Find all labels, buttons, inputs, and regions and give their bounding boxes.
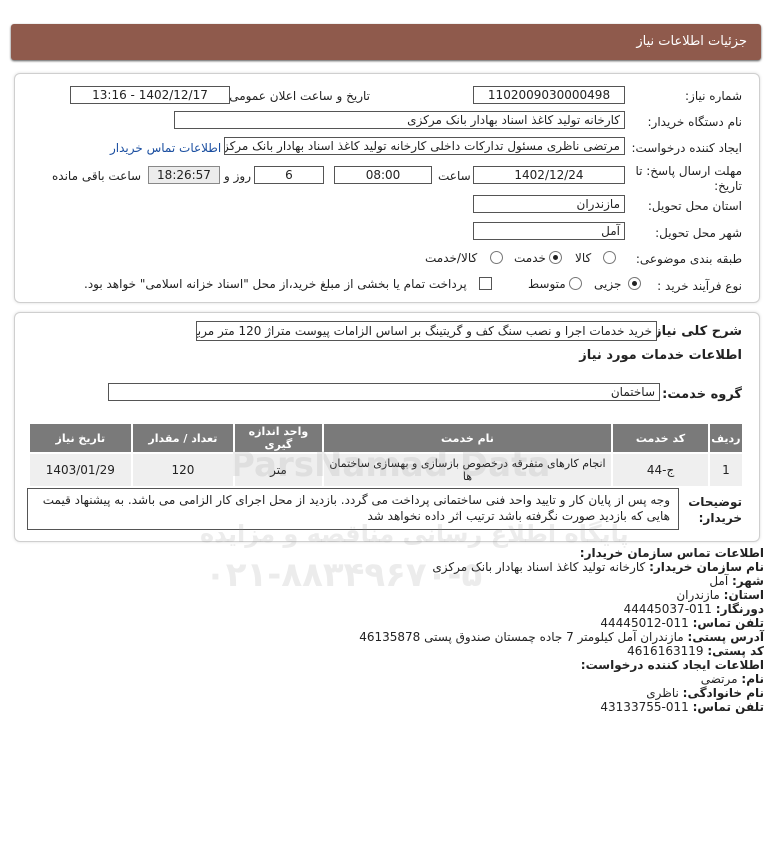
contact-province-label: استان: xyxy=(723,588,764,602)
contact-province-value: مازندران xyxy=(676,588,720,602)
row-index: 1 xyxy=(707,452,745,488)
buyer-org-label: نام دستگاه خریدار: xyxy=(647,115,743,129)
row-qty: 120 xyxy=(130,452,236,488)
contact-org-value: کارخانه تولید کاغذ اسناد بهادار بانک مرک… xyxy=(432,560,646,574)
remaining-time-field: 18:26:57 xyxy=(148,166,220,184)
contact-phone-row: تلفن تماس: 011-44445012 xyxy=(600,616,764,630)
creator-phone-row: تلفن تماس: 011-43133755 xyxy=(600,700,764,714)
category-option-service: خدمت xyxy=(514,251,546,265)
province-field[interactable]: مازندران xyxy=(473,195,625,213)
contact-address-row: آدرس پستی: مازندران آمل کیلومتر 7 جاده چ… xyxy=(359,630,764,644)
buyer-description-text: وجه پس از پایان کار و تایید واحد فنی ساخ… xyxy=(42,493,670,523)
days-label: روز و xyxy=(224,169,251,183)
province-label: استان محل تحویل: xyxy=(647,199,742,213)
category-radio-service[interactable] xyxy=(549,251,562,264)
contact-phone-value: 011-44445012 xyxy=(600,616,689,630)
need-number-field[interactable]: 1102009030000498 xyxy=(473,86,625,104)
creator-family-value: ناظری xyxy=(646,686,679,700)
service-group-label: گروه خدمت: xyxy=(662,387,742,402)
remaining-label: ساعت باقی مانده xyxy=(52,169,142,183)
contact-fax-row: دورنگار: 011-44445037 xyxy=(624,602,764,616)
category-radio-goods-service[interactable] xyxy=(490,251,503,264)
col-name: نام خدمت xyxy=(321,422,614,454)
process-radio-partial[interactable] xyxy=(628,277,641,290)
category-radio-goods[interactable] xyxy=(603,251,616,264)
contact-address-label: آدرس پستی: xyxy=(687,630,764,644)
contact-org-label: نام سازمان خریدار: xyxy=(649,560,764,574)
process-label: نوع فرآیند خرید : xyxy=(657,279,742,293)
creator-family-row: نام خانوادگی: ناظری xyxy=(646,686,764,700)
page-header: جزئیات اطلاعات نیاز xyxy=(11,24,761,60)
row-date: 1403/01/29 xyxy=(28,452,133,488)
creator-label: ایجاد کننده درخواست: xyxy=(631,141,742,155)
time-label: ساعت xyxy=(438,169,471,183)
buyer-description-label: توضیحات خریدار: xyxy=(688,495,742,525)
creator-field[interactable]: مرتضی ناظری مسئول تدارکات داخلی کارخانه … xyxy=(224,137,625,155)
contact-city-value: آمل xyxy=(709,574,729,588)
contact-province-row: استان: مازندران xyxy=(676,588,764,602)
category-option-goods-service: کالا/خدمت xyxy=(425,251,478,265)
deadline-date-field[interactable]: 1402/12/24 xyxy=(473,166,625,184)
announce-label: تاریخ و ساعت اعلان عمومی: xyxy=(225,89,370,103)
table-row[interactable]: 1 ج-44 انجام کارهای متفرقه درخصوص بازساز… xyxy=(28,452,745,488)
contact-postal-row: کد پستی: 4616163119 xyxy=(627,644,764,658)
contact-phone-label: تلفن تماس: xyxy=(692,616,764,630)
process-radio-medium[interactable] xyxy=(569,277,582,290)
contact-city-label: شهر: xyxy=(732,574,764,588)
creator-name-row: نام: مرتضی xyxy=(701,672,764,686)
summary-field[interactable]: خرید خدمات اجرا و نصب سنگ کف و گریتینگ ب… xyxy=(196,321,657,341)
row-unit: متر xyxy=(233,452,324,488)
buyer-description-box: وجه پس از پایان کار و تایید واحد فنی ساخ… xyxy=(27,488,679,530)
days-field[interactable]: 6 xyxy=(254,166,324,184)
treasury-payment-text: پرداخت تمام یا بخشی از مبلغ خرید،از محل … xyxy=(84,277,467,291)
contact-city-row: شهر: آمل xyxy=(709,574,764,588)
services-table: ردیف کد خدمت نام خدمت واحد اندازه گیری ت… xyxy=(28,422,745,488)
creator-phone-label: تلفن تماس: xyxy=(692,700,764,714)
contact-fax-label: دورنگار: xyxy=(715,602,764,616)
creator-phone-value: 011-43133755 xyxy=(600,700,689,714)
announce-field[interactable]: 1402/12/17 - 13:16 xyxy=(70,86,230,104)
category-label: طبقه بندی موضوعی: xyxy=(635,252,742,266)
row-service-name: انجام کارهای متفرقه درخصوص بازسازی و بهس… xyxy=(321,452,614,488)
process-option-medium: متوسط xyxy=(528,277,566,291)
creator-name-value: مرتضی xyxy=(700,672,738,686)
contact-address-value: مازندران آمل کیلومتر 7 جاده چمستان صندوق… xyxy=(359,630,684,644)
contact-section-title: اطلاعات تماس سازمان خریدار: xyxy=(579,546,764,560)
col-code: کد خدمت xyxy=(611,422,710,454)
col-index: ردیف xyxy=(707,422,745,454)
row-code: ج-44 xyxy=(611,452,710,488)
contact-org-row: نام سازمان خریدار: کارخانه تولید کاغذ اس… xyxy=(432,560,764,574)
city-field[interactable]: آمل xyxy=(473,222,625,240)
creator-name-label: نام: xyxy=(741,672,764,686)
col-qty: تعداد / مقدار xyxy=(130,422,236,454)
page-title: جزئیات اطلاعات نیاز xyxy=(636,34,747,49)
process-option-partial: جزیی xyxy=(594,277,622,291)
contact-info-link[interactable]: اطلاعات تماس خریدار xyxy=(110,141,221,155)
creator-section-title: اطلاعات ایجاد کننده درخواست: xyxy=(580,658,764,672)
treasury-payment-checkbox[interactable] xyxy=(479,277,492,290)
services-table-header: ردیف کد خدمت نام خدمت واحد اندازه گیری ت… xyxy=(28,422,745,454)
deadline-time-field[interactable]: 08:00 xyxy=(334,166,432,184)
category-option-goods: کالا xyxy=(575,251,592,265)
service-group-field[interactable]: ساختمان xyxy=(108,383,660,401)
col-unit: واحد اندازه گیری xyxy=(233,422,324,454)
buyer-org-field[interactable]: کارخانه تولید کاغذ اسناد بهادار بانک مرک… xyxy=(174,111,625,129)
need-number-label: شماره نیاز: xyxy=(685,89,742,103)
deadline-label: مهلت ارسال پاسخ: تا تاریخ: xyxy=(635,164,742,193)
contact-postal-value: 4616163119 xyxy=(627,644,704,658)
contact-postal-label: کد پستی: xyxy=(707,644,764,658)
col-date: تاریخ نیاز xyxy=(28,422,133,454)
contact-fax-value: 011-44445037 xyxy=(623,602,712,616)
summary-label: شرح کلی نیاز: xyxy=(648,324,742,339)
city-label: شهر محل تحویل: xyxy=(655,226,742,240)
services-section-title: اطلاعات خدمات مورد نیاز xyxy=(579,348,742,363)
creator-family-label: نام خانوادگی: xyxy=(682,686,764,700)
